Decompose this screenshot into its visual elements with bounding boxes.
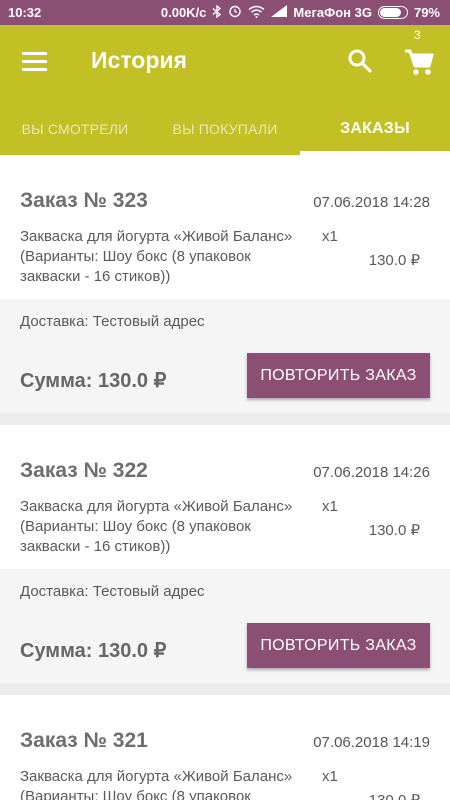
status-indicators: 0.00K/c МегаФон 3G 79% xyxy=(161,4,440,21)
order-footer: Доставка: Тестовый адрес Сумма: 130.0 ₽ … xyxy=(0,299,450,413)
repeat-order-button[interactable]: ПОВТОРИТЬ ЗАКАЗ xyxy=(247,623,430,668)
tab-orders[interactable]: ЗАКАЗЫ xyxy=(300,103,450,155)
page-title: История xyxy=(91,47,187,73)
order-header: Заказ № 323 07.06.2018 14:28 xyxy=(0,155,450,213)
wifi-icon xyxy=(248,5,265,21)
menu-icon[interactable] xyxy=(22,51,48,71)
order-footer: Доставка: Тестовый адрес Сумма: 130.0 ₽ … xyxy=(0,569,450,683)
item-price: 130.0 ₽ xyxy=(368,522,420,539)
tab-viewed[interactable]: ВЫ СМОТРЕЛИ xyxy=(0,103,150,155)
tab-label: ВЫ СМОТРЕЛИ xyxy=(21,121,129,137)
battery-icon xyxy=(377,6,408,19)
tab-bar: ВЫ СМОТРЕЛИ ВЫ ПОКУПАЛИ ЗАКАЗЫ xyxy=(0,103,450,155)
signal-icon xyxy=(271,5,288,20)
cart-badge: 3 xyxy=(414,28,421,42)
tab-purchased[interactable]: ВЫ ПОКУПАЛИ xyxy=(150,103,300,155)
item-price: 130.0 ₽ xyxy=(368,252,420,269)
order-header: Заказ № 321 07.06.2018 14:19 xyxy=(0,695,450,753)
status-bar: 10:32 0.00K/c МегаФон 3G 79% xyxy=(0,0,450,25)
tab-label: ЗАКАЗЫ xyxy=(340,120,410,137)
order-card: Заказ № 321 07.06.2018 14:19 Закваска дл… xyxy=(0,695,450,800)
order-date: 07.06.2018 14:19 xyxy=(313,734,430,751)
order-date: 07.06.2018 14:28 xyxy=(313,194,430,211)
tab-label: ВЫ ПОКУПАЛИ xyxy=(172,121,278,137)
delivery-address: Доставка: Тестовый адрес xyxy=(20,313,205,330)
repeat-order-button[interactable]: ПОВТОРИТЬ ЗАКАЗ xyxy=(247,353,430,398)
item-price: 130.0 ₽ xyxy=(369,791,420,800)
order-number: Заказ № 321 xyxy=(20,729,148,752)
app-bar: История 3 ВЫ СМОТРЕЛИ ВЫ ПОКУПАЛИ ЗАКАЗЫ xyxy=(0,25,450,155)
item-name: Закваска для йогурта «Живой Баланс» (Вар… xyxy=(20,498,293,555)
battery-level xyxy=(379,8,401,17)
order-item: Закваска для йогурта «Живой Баланс» (Вар… xyxy=(0,213,450,299)
network-speed: 0.00K/c xyxy=(160,5,207,20)
order-number: Заказ № 323 xyxy=(20,189,148,212)
order-number: Заказ № 322 xyxy=(20,459,148,482)
order-card: Заказ № 323 07.06.2018 14:28 Закваска дл… xyxy=(0,155,450,413)
orders-list[interactable]: Заказ № 323 07.06.2018 14:28 Закваска дл… xyxy=(0,155,450,800)
item-qty: x1 xyxy=(322,768,338,785)
status-time: 10:32 xyxy=(8,5,42,20)
order-item: Закваска для йогурта «Живой Баланс» (Вар… xyxy=(0,753,450,800)
item-name: Закваска для йогурта «Живой Баланс» (Вар… xyxy=(20,228,293,285)
alarm-icon xyxy=(228,4,242,21)
bluetooth-icon xyxy=(212,4,222,21)
order-item: Закваска для йогурта «Живой Баланс» (Вар… xyxy=(0,483,450,569)
delivery-address: Доставка: Тестовый адрес xyxy=(20,583,205,600)
battery-percent: 79% xyxy=(413,5,440,20)
order-header: Заказ № 322 07.06.2018 14:26 xyxy=(0,425,450,483)
cart-icon[interactable] xyxy=(402,43,436,79)
item-qty: x1 xyxy=(322,228,338,245)
search-icon[interactable] xyxy=(345,46,375,76)
order-date: 07.06.2018 14:26 xyxy=(313,464,430,481)
order-total: Сумма: 130.0 ₽ xyxy=(20,370,167,392)
item-qty: x1 xyxy=(322,498,338,515)
order-card: Заказ № 322 07.06.2018 14:26 Закваска дл… xyxy=(0,425,450,683)
carrier-name: МегаФон 3G xyxy=(293,5,372,20)
item-name: Закваска для йогурта «Живой Баланс» (Вар… xyxy=(20,768,293,800)
order-total: Сумма: 130.0 ₽ xyxy=(20,640,167,662)
